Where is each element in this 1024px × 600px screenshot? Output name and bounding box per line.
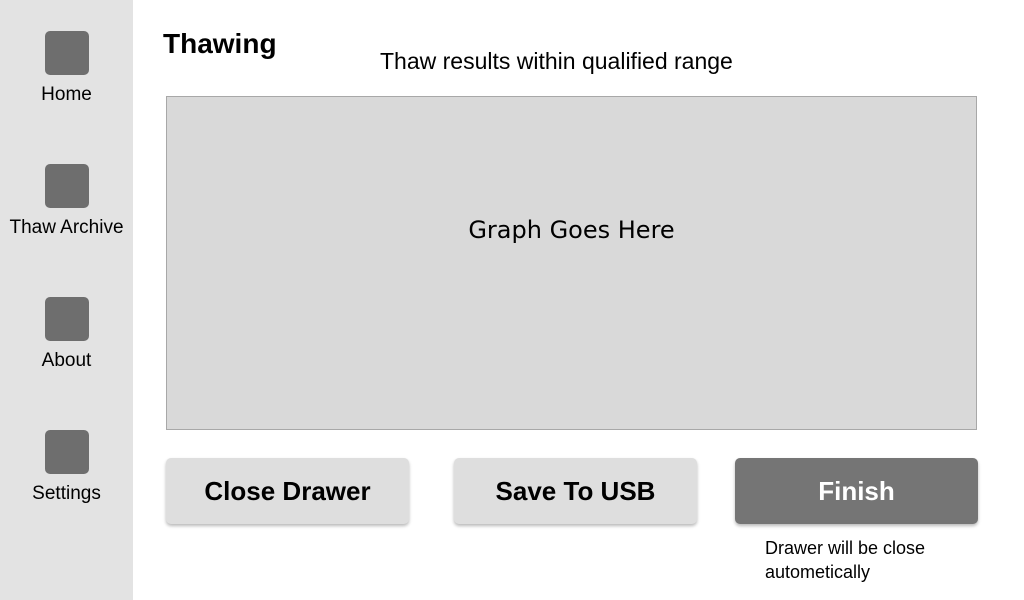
page-title: Thawing: [163, 28, 277, 59]
save-to-usb-button[interactable]: Save To USB: [454, 458, 697, 524]
sidebar-item-home[interactable]: Home: [0, 31, 133, 106]
close-drawer-button[interactable]: Close Drawer: [166, 458, 409, 524]
sidebar-item-label: Home: [41, 84, 92, 105]
graph-placeholder-label: Graph Goes Here: [468, 216, 675, 244]
settings-icon: [44, 430, 89, 474]
graph-placeholder: Graph Goes Here: [166, 96, 977, 430]
sidebar-item-label: Settings: [32, 483, 101, 504]
finish-note: Drawer will be close autometically: [765, 538, 926, 582]
sidebar-item-label: Thaw Archive: [9, 217, 124, 238]
sidebar-item-label: About: [41, 350, 92, 371]
finish-button[interactable]: Finish: [735, 458, 978, 524]
home-icon: [44, 31, 89, 75]
sidebar-item-about[interactable]: About: [0, 297, 133, 372]
thaw-archive-icon: [44, 164, 89, 208]
sidebar-item-settings[interactable]: Settings: [0, 430, 133, 505]
sidebar-item-thaw-archive[interactable]: Thaw Archive: [0, 164, 133, 239]
sidebar: Home Thaw Archive About Settings: [0, 0, 133, 600]
about-icon: [44, 297, 89, 341]
status-message: Thaw results within qualified range: [380, 48, 733, 74]
